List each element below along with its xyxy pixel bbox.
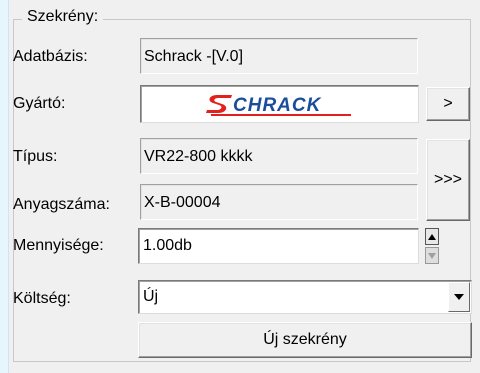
manufacturer-select-button[interactable]: > [426, 87, 470, 121]
new-cabinet-button[interactable]: Új szekrény [138, 322, 472, 358]
type-label: Típus: [13, 148, 58, 165]
database-field: Schrack -[V.0] [140, 38, 418, 74]
manufacturer-label: Gyártó: [13, 95, 66, 112]
schrack-logo: CHRACK [205, 95, 351, 116]
svg-text:CHRACK: CHRACK [233, 95, 322, 116]
type-field: VR22-800 kkkk [140, 138, 418, 174]
quantity-spinner [425, 228, 439, 264]
spin-up-icon[interactable] [425, 228, 439, 245]
groupbox-title: Szekrény: [22, 7, 104, 27]
database-label: Adatbázis: [13, 48, 88, 65]
cost-label: Költség: [13, 290, 71, 307]
quantity-value: 1.00db [143, 237, 192, 254]
manufacturer-field[interactable]: CHRACK [140, 85, 419, 123]
chevron-down-icon[interactable] [448, 282, 470, 312]
spin-down-icon[interactable] [425, 247, 439, 264]
cost-select[interactable]: Új [138, 280, 472, 314]
article-number-field: X-B-00004 [140, 184, 418, 220]
article-number-label: Anyagszáma: [13, 196, 110, 213]
cost-value: Új [143, 288, 159, 305]
quantity-label: Mennyisége: [13, 237, 104, 254]
quantity-input[interactable]: 1.00db [138, 228, 419, 264]
left-panel-stripe [0, 0, 9, 373]
details-button[interactable]: >>> [426, 139, 470, 221]
